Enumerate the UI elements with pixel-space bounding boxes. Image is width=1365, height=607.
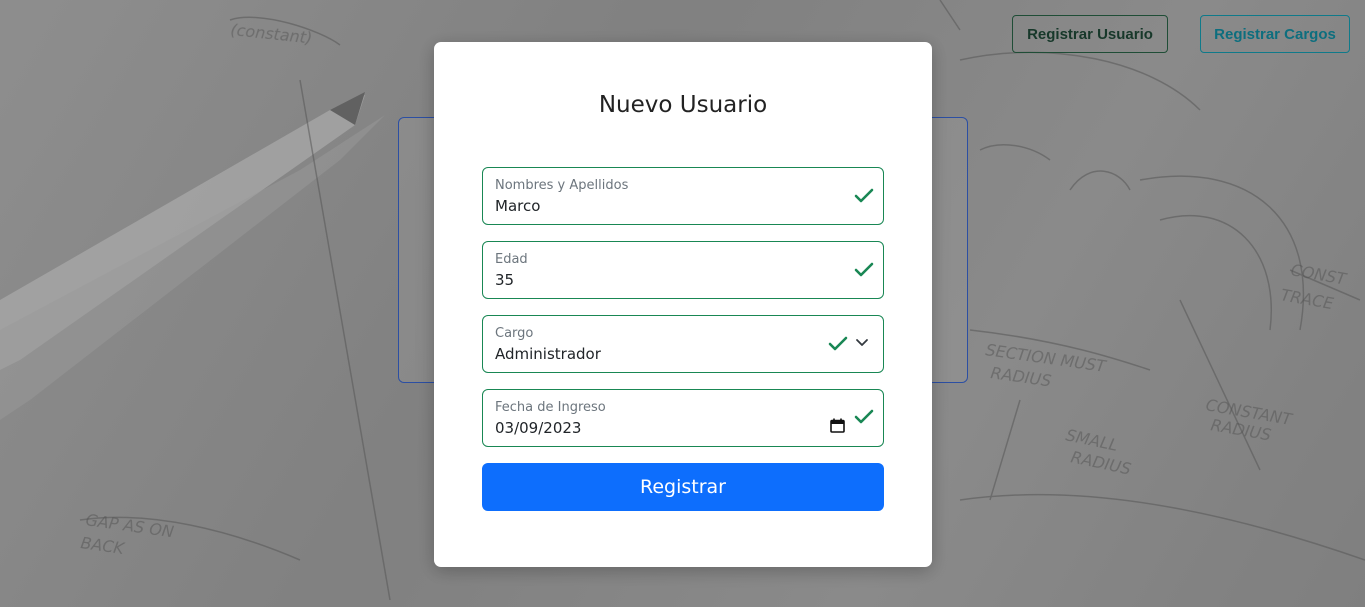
date-field-label: Fecha de Ingreso [495,400,606,415]
new-user-modal: Nuevo Usuario Nombres y Apellidos Marco … [434,42,932,567]
check-icon [854,409,874,424]
date-field[interactable]: Fecha de Ingreso 03/09/2023 [482,389,884,447]
check-icon [854,188,874,203]
calendar-icon[interactable] [830,418,845,433]
check-icon [828,336,848,351]
cargo-select[interactable]: Cargo Administrador [482,315,884,373]
date-field-value[interactable]: 03/09/2023 [495,419,581,437]
cargo-select-label: Cargo [495,326,534,341]
register-submit-button[interactable]: Registrar [482,463,884,511]
modal-title: Nuevo Usuario [598,92,768,118]
age-field[interactable]: Edad 35 [482,241,884,299]
name-field-label: Nombres y Apellidos [495,178,629,193]
name-field[interactable]: Nombres y Apellidos Marco [482,167,884,225]
register-cargos-button[interactable]: Registrar Cargos [1200,15,1350,53]
chevron-down-icon[interactable] [855,338,869,348]
name-field-value[interactable]: Marco [495,197,540,215]
check-icon [854,262,874,277]
cargo-select-value[interactable]: Administrador [495,345,601,363]
age-field-value[interactable]: 35 [495,271,514,289]
register-user-button[interactable]: Registrar Usuario [1012,15,1168,53]
age-field-label: Edad [495,252,528,267]
